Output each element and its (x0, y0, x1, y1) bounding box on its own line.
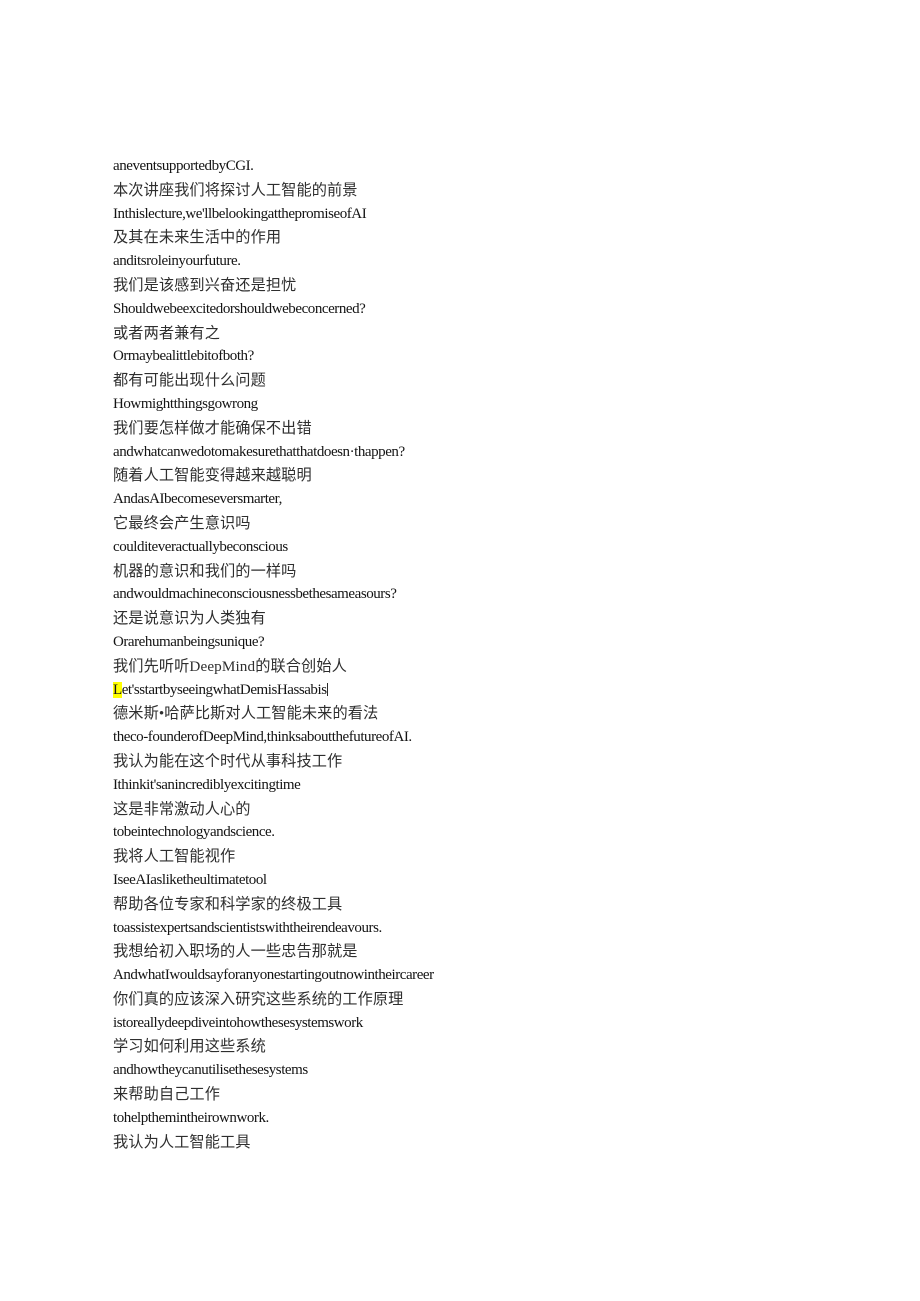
transcript-line-text: 我将人工智能视作 (113, 848, 236, 866)
transcript-line-text: 我们先听听DeepMind的联合创始人 (113, 657, 347, 675)
transcript-line-text: anditsroleinyourfuture. (113, 253, 241, 270)
transcript-line-text: AndasAIbecomeseversmarter, (113, 491, 282, 508)
transcript-line: 你们真的应该深入研究这些系统的工作原理 (113, 988, 873, 1012)
transcript-line: 机器的意识和我们的一样吗 (113, 560, 873, 584)
transcript-line-text: 或者两者兼有之 (113, 324, 221, 342)
transcript-line-text: IseeAIasliketheultimatetool (113, 871, 267, 888)
transcript-line: 我们是该感到兴奋还是担忧 (113, 274, 873, 298)
transcript-line: andhowtheycanutilisethesesystems (113, 1059, 873, 1083)
highlighted-character: L (113, 681, 122, 698)
transcript-line: Ormaybealittlebitofboth? (113, 345, 873, 369)
transcript-line-text: aneventsupportedbyCGI. (113, 158, 254, 174)
transcript-line-text: AndwhatIwouldsayforanyonestartingoutnowi… (113, 967, 434, 984)
transcript-line: 来帮助自己工作 (113, 1083, 873, 1107)
transcript-line: anditsroleinyourfuture. (113, 250, 873, 274)
transcript-line: Ithinkit'sanincrediblyexcitingtime (113, 774, 873, 798)
transcript-line-text: theco-founderofDeepMind,thinksaboutthefu… (113, 729, 412, 746)
transcript-line: coulditeveractuallybeconscious (113, 536, 873, 560)
transcript-line: AndasAIbecomeseversmarter, (113, 488, 873, 512)
transcript-line-text: Ormaybealittlebitofboth? (113, 348, 254, 365)
transcript-line-text: 我们是该感到兴奋还是担忧 (113, 276, 297, 294)
transcript-line: 这是非常激动人心的 (113, 798, 873, 822)
transcript-line: tohelpthemintheirownwork. (113, 1107, 873, 1131)
document-page: aneventsupportedbyCGI. 本次讲座我们将探讨人工智能的前景 In… (0, 0, 920, 1301)
transcript-line-text: et'sstartbyseeingwhatDemisHassabis (121, 681, 327, 698)
transcript-line-text: 本次讲座我们将探讨人工智能的前景 (113, 181, 358, 199)
transcript-line-text: 还是说意识为人类独有 (113, 610, 266, 628)
transcript-line-text: tobeintechnologyandscience. (113, 824, 275, 841)
transcript-line: Shouldwebeexcitedorshouldwebeconcerned? (113, 298, 873, 322)
transcript-line-text: 随着人工智能变得越来越聪明 (113, 467, 312, 485)
text-cursor (327, 682, 329, 696)
transcript-line-text: Ithinkit'sanincrediblyexcitingtime (113, 776, 301, 793)
transcript-line: 都有可能出现什么问题 (113, 369, 873, 393)
transcript-line: 学习如何利用这些系统 (113, 1035, 873, 1059)
transcript-line: tobeintechnologyandscience. (113, 821, 873, 845)
transcript-line: 及其在未来生活中的作用 (113, 226, 873, 250)
transcript-line: 帮助各位专家和科学家的终极工具 (113, 893, 873, 917)
transcript-line: Orarehumanbeingsunique? (113, 631, 873, 655)
transcript-line-text: 你们真的应该深入研究这些系统的工作原理 (113, 990, 404, 1008)
transcript-text-body[interactable]: aneventsupportedbyCGI. 本次讲座我们将探讨人工智能的前景 In… (113, 155, 873, 1154)
transcript-line-text: coulditeveractuallybeconscious (113, 538, 288, 555)
transcript-line: 德米斯•哈萨比斯对人工智能未来的看法 (113, 702, 873, 726)
transcript-line-text: toassistexpertsandscientistswiththeirend… (113, 919, 382, 936)
transcript-line-text: Inthislecture,we'llbelookingatthepromise… (113, 205, 367, 222)
transcript-line-text: 德米斯•哈萨比斯对人工智能未来的看法 (113, 705, 379, 723)
transcript-line: 随着人工智能变得越来越聪明 (113, 464, 873, 488)
transcript-line-text: 我认为人工智能工具 (113, 1133, 251, 1151)
transcript-line: 我们先听听DeepMind的联合创始人 (113, 655, 873, 679)
transcript-line-text: 这是非常激动人心的 (113, 800, 251, 818)
transcript-line-text: andhowtheycanutilisethesesystems (113, 1062, 308, 1079)
transcript-line: 我将人工智能视作 (113, 845, 873, 869)
transcript-line: 我们要怎样做才能确保不出错 (113, 417, 873, 441)
transcript-line-text: Howmightthingsgowrong (113, 395, 258, 412)
transcript-line: Inthislecture,we'llbelookingatthepromise… (113, 203, 873, 227)
transcript-line: 本次讲座我们将探讨人工智能的前景 (113, 179, 873, 203)
transcript-line: AndwhatIwouldsayforanyonestartingoutnowi… (113, 964, 873, 988)
transcript-line-text: 我们要怎样做才能确保不出错 (113, 419, 312, 437)
transcript-line: IseeAIasliketheultimatetool (113, 869, 873, 893)
transcript-line: andwhatcanwedotomakesurethatthatdoesn·th… (113, 441, 873, 465)
transcript-line-text: 来帮助自己工作 (113, 1086, 221, 1104)
transcript-line-text: 它最终会产生意识吗 (113, 514, 251, 532)
transcript-line: Howmightthingsgowrong (113, 393, 873, 417)
transcript-line-text: 机器的意识和我们的一样吗 (113, 562, 297, 580)
transcript-line: toassistexpertsandscientistswiththeirend… (113, 917, 873, 941)
transcript-line-text: tohelpthemintheirownwork. (113, 1109, 269, 1126)
transcript-line: aneventsupportedbyCGI. (113, 155, 873, 179)
transcript-line: 我认为人工智能工具 (113, 1131, 873, 1155)
transcript-line: istoreallydeepdiveintohowthesesystemswor… (113, 1012, 873, 1036)
transcript-line-text: 帮助各位专家和科学家的终极工具 (113, 895, 343, 913)
transcript-line: 我想给初入职场的人一些忠告那就是 (113, 940, 873, 964)
transcript-line: 或者两者兼有之 (113, 322, 873, 346)
transcript-line-text: 学习如何利用这些系统 (113, 1038, 266, 1056)
transcript-line-text: istoreallydeepdiveintohowthesesystemswor… (113, 1014, 363, 1031)
transcript-line-text: andwhatcanwedotomakesurethatthatdoesn·th… (113, 443, 405, 460)
transcript-line: 它最终会产生意识吗 (113, 512, 873, 536)
transcript-line: 还是说意识为人类独有 (113, 607, 873, 631)
transcript-line-text: 都有可能出现什么问题 (113, 372, 266, 390)
transcript-line-text: 我认为能在这个时代从事科技工作 (113, 752, 343, 770)
transcript-line-text: Shouldwebeexcitedorshouldwebeconcerned? (113, 300, 366, 317)
transcript-line-text: andwouldmachineconsciousnessbethesameaso… (113, 586, 397, 603)
transcript-line: 我认为能在这个时代从事科技工作 (113, 750, 873, 774)
transcript-line: andwouldmachineconsciousnessbethesameaso… (113, 583, 873, 607)
transcript-line-text: 及其在未来生活中的作用 (113, 229, 282, 247)
transcript-line: theco-founderofDeepMind,thinksaboutthefu… (113, 726, 873, 750)
transcript-line-text: 我想给初入职场的人一些忠告那就是 (113, 943, 358, 961)
transcript-line: Let'sstartbyseeingwhatDemisHassabis (113, 679, 873, 703)
transcript-line-text: Orarehumanbeingsunique? (113, 633, 265, 650)
